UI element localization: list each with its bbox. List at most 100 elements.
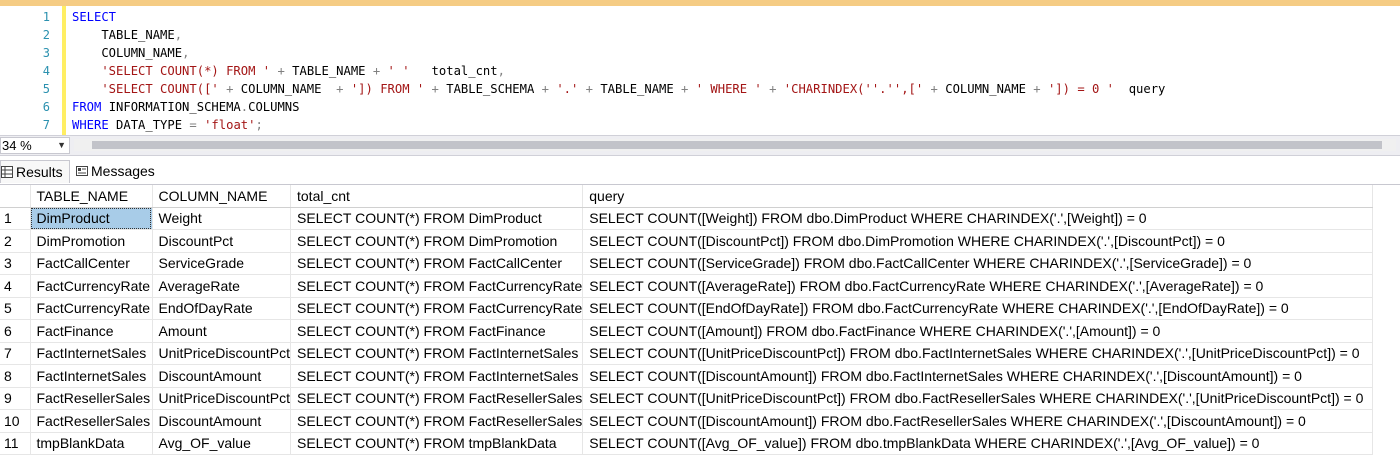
table-cell[interactable]: SELECT COUNT([Weight]) FROM dbo.DimProdu… [582, 207, 1374, 230]
tab-results[interactable]: Results [0, 160, 70, 183]
table-cell[interactable]: SELECT COUNT([EndOfDayRate]) FROM dbo.Fa… [582, 297, 1374, 320]
table-cell[interactable]: DimPromotion [30, 229, 153, 253]
table-cell[interactable]: SELECT COUNT(*) FROM FactResellerSales [290, 387, 584, 410]
table-cell[interactable]: SELECT COUNT(*) FROM FactResellerSales [290, 409, 584, 433]
row-number[interactable]: 7 [0, 342, 31, 365]
table-cell[interactable]: SELECT COUNT([ServiceGrade]) FROM dbo.Fa… [582, 252, 1374, 275]
column-header[interactable]: COLUMN_NAME [152, 185, 291, 208]
table-cell[interactable]: FactCallCenter [30, 252, 153, 275]
table-cell[interactable]: SELECT COUNT(*) FROM FactInternetSales [290, 342, 584, 365]
table-cell[interactable]: tmpBlankData [30, 432, 153, 455]
table-cell[interactable]: DimProduct [30, 207, 153, 230]
table-row[interactable]: 1 DimProduct Weight SELECT COUNT(*) FROM Di… [0, 207, 1374, 230]
table-cell[interactable]: SELECT COUNT([UnitPriceDiscountPct]) FRO… [582, 387, 1374, 410]
row-number[interactable]: 11 [0, 432, 31, 455]
results-table: TABLE_NAME COLUMN_NAME total_cnt query 1… [0, 185, 1374, 455]
chevron-down-icon[interactable]: ▼ [57, 138, 66, 153]
table-cell[interactable]: AverageRate [152, 274, 291, 298]
column-header[interactable]: total_cnt [290, 185, 584, 208]
horizontal-scrollbar[interactable] [74, 139, 1396, 151]
code-token: ']) = 0 ' [1047, 82, 1115, 96]
table-cell[interactable]: SELECT COUNT([DiscountAmount]) FROM dbo.… [582, 409, 1374, 433]
table-cell[interactable]: SELECT COUNT(*) FROM tmpBlankData [290, 432, 584, 455]
code-token: 'float' [204, 118, 256, 132]
row-number[interactable]: 9 [0, 387, 31, 410]
column-header[interactable]: query [582, 185, 1374, 208]
table-cell[interactable]: FactFinance [30, 319, 153, 343]
table-cell[interactable]: DiscountAmount [152, 364, 291, 388]
table-row[interactable]: 11 tmpBlankData Avg_OF_value SELECT COUNT(*… [0, 432, 1374, 455]
table-row[interactable]: 9 FactResellerSales UnitPriceDiscountPct SE… [0, 387, 1374, 410]
code-line[interactable]: SELECT [72, 8, 116, 26]
table-cell[interactable]: Weight [152, 207, 291, 230]
column-header[interactable]: TABLE_NAME [30, 185, 153, 208]
code-line[interactable]: COLUMN_NAME, [72, 44, 189, 62]
table-row[interactable]: 8 FactInternetSales DiscountAmount SELECT C… [0, 364, 1374, 388]
table-cell[interactable]: SELECT COUNT([Amount]) FROM dbo.FactFina… [582, 319, 1374, 343]
table-row[interactable]: 10 FactResellerSales DiscountAmount SELECT … [0, 409, 1374, 433]
table-cell[interactable]: SELECT COUNT(*) FROM DimProduct [290, 207, 584, 230]
table-cell[interactable]: SELECT COUNT(*) FROM DimPromotion [290, 229, 584, 253]
code-token: COLUMN_NAME [72, 46, 183, 60]
table-cell[interactable]: SELECT COUNT(*) FROM FactCurrencyRate [290, 274, 584, 298]
table-cell[interactable]: SELECT COUNT([DiscountPct]) FROM dbo.Dim… [582, 229, 1374, 253]
table-cell[interactable]: FactResellerSales [30, 409, 153, 433]
table-cell[interactable]: DiscountPct [152, 229, 291, 253]
code-line[interactable]: TABLE_NAME, [72, 26, 182, 44]
row-number[interactable]: 2 [0, 229, 31, 253]
code-token: = [182, 118, 205, 132]
table-cell[interactable]: ServiceGrade [152, 252, 291, 275]
table-cell[interactable]: SELECT COUNT(*) FROM FactInternetSales [290, 364, 584, 388]
table-cell[interactable]: FactCurrencyRate [30, 274, 153, 298]
results-grid[interactable]: TABLE_NAME COLUMN_NAME total_cnt query 1… [0, 185, 1400, 455]
row-number[interactable]: 3 [0, 252, 31, 275]
table-cell[interactable]: SELECT COUNT([UnitPriceDiscountPct]) FRO… [582, 342, 1374, 365]
table-cell[interactable]: EndOfDayRate [152, 297, 291, 320]
table-cell[interactable]: SELECT COUNT(*) FROM FactCurrencyRate [290, 297, 584, 320]
code-token: COLUMN_NAME [945, 82, 1026, 96]
code-line[interactable]: WHERE DATA_TYPE = 'float'; [72, 116, 263, 134]
table-cell[interactable]: FactInternetSales [30, 342, 153, 365]
table-row[interactable]: 3 FactCallCenter ServiceGrade SELECT COUNT(… [0, 252, 1374, 275]
table-cell[interactable]: SELECT COUNT([AverageRate]) FROM dbo.Fac… [582, 274, 1374, 298]
code-line[interactable]: 'SELECT COUNT(*) FROM ' + TABLE_NAME + '… [72, 62, 505, 80]
table-row[interactable]: 7 FactInternetSales UnitPriceDiscountPct SE… [0, 342, 1374, 365]
row-number[interactable]: 5 [0, 297, 31, 320]
line-number: 7 [42, 118, 50, 132]
sql-editor[interactable]: 1 2 3 4 5 6 7 SELECT TABLE_NAME, COLUMN_NAME, … [0, 6, 1400, 135]
code-token: ' ' [387, 64, 410, 78]
code-line[interactable]: 'SELECT COUNT([' + COLUMN_NAME + ']) FRO… [72, 80, 1165, 98]
code-area[interactable]: SELECT TABLE_NAME, COLUMN_NAME, 'SELECT … [72, 6, 1400, 135]
table-cell[interactable]: FactInternetSales [30, 364, 153, 388]
table-cell[interactable]: SELECT COUNT(*) FROM FactFinance [290, 319, 584, 343]
row-number[interactable]: 4 [0, 274, 31, 298]
row-number[interactable]: 10 [0, 409, 31, 433]
table-cell[interactable]: Amount [152, 319, 291, 343]
code-token: , [182, 46, 190, 60]
table-cell[interactable]: SELECT COUNT([DiscountAmount]) FROM dbo.… [582, 364, 1374, 388]
table-cell[interactable]: SELECT COUNT(*) FROM FactCallCenter [290, 252, 584, 275]
table-row[interactable]: 4 FactCurrencyRate AverageRate SELECT COUNT… [0, 274, 1374, 298]
row-number-header[interactable] [0, 185, 31, 208]
table-cell[interactable]: UnitPriceDiscountPct [152, 387, 291, 410]
row-number[interactable]: 6 [0, 319, 31, 343]
scrollbar-thumb[interactable] [92, 141, 1382, 149]
table-row[interactable]: 5 FactCurrencyRate EndOfDayRate SELECT COUN… [0, 297, 1374, 320]
table-cell[interactable]: FactResellerSales [30, 387, 153, 410]
table-cell[interactable]: UnitPriceDiscountPct [152, 342, 291, 365]
line-number: 3 [42, 46, 50, 60]
results-tab-bar: Results Messages [0, 156, 1400, 185]
table-cell[interactable]: Avg_OF_value [152, 432, 291, 455]
zoom-dropdown[interactable]: 34 % ▼ [0, 137, 70, 154]
table-cell[interactable]: DiscountAmount [152, 409, 291, 433]
table-cell[interactable]: FactCurrencyRate [30, 297, 153, 320]
row-number[interactable]: 1 [0, 207, 31, 230]
table-row[interactable]: 6 FactFinance Amount SELECT COUNT(*) FROM F… [0, 319, 1374, 343]
code-line[interactable]: FROM INFORMATION_SCHEMA.COLUMNS [72, 98, 299, 116]
table-row[interactable]: 2 DimPromotion DiscountPct SELECT COUNT(*) … [0, 229, 1374, 253]
line-number-gutter: 1 2 3 4 5 6 7 [0, 6, 62, 135]
table-cell[interactable]: SELECT COUNT([Avg_OF_value]) FROM dbo.tm… [582, 432, 1374, 455]
tab-messages[interactable]: Messages [76, 160, 155, 182]
row-number[interactable]: 8 [0, 364, 31, 388]
code-token: WHERE [72, 118, 117, 132]
